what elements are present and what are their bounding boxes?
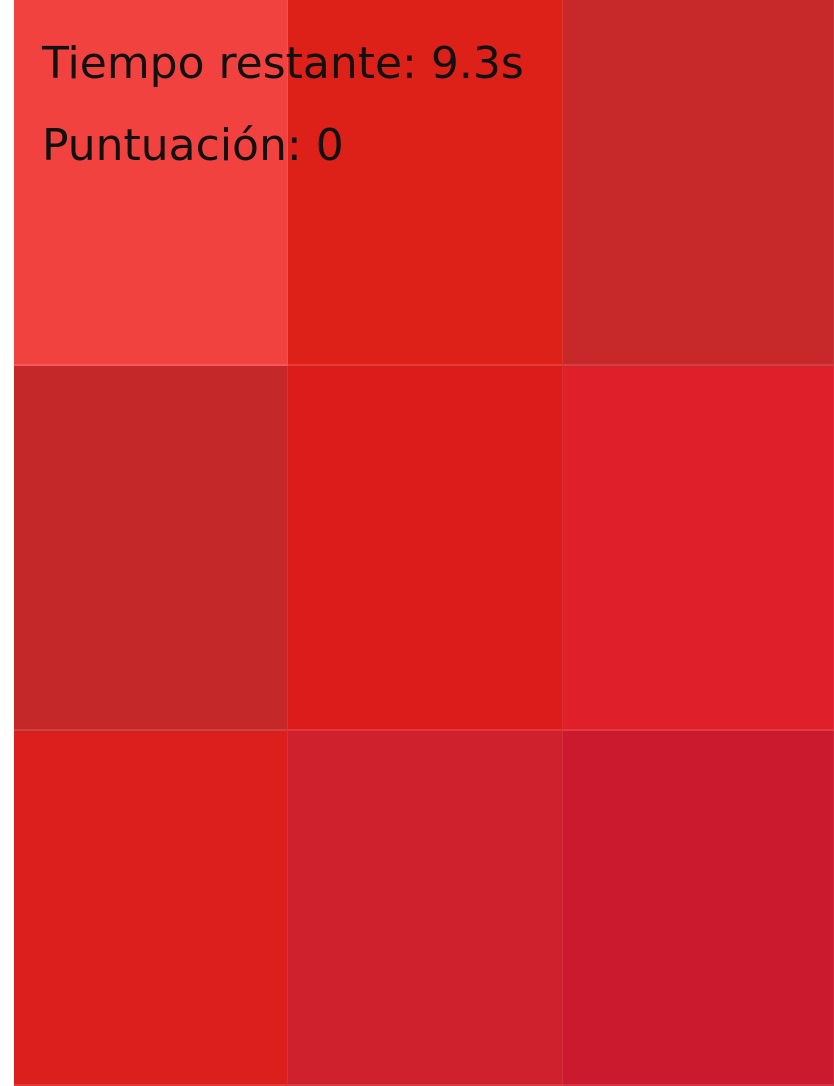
color-tile-9[interactable] [563,731,834,1086]
color-tile-grid [14,0,834,1086]
color-tile-7[interactable] [14,731,288,1086]
color-tile-1[interactable] [14,0,288,366]
color-tile-5[interactable] [288,366,563,731]
color-tile-8[interactable] [288,731,563,1086]
color-tile-3[interactable] [563,0,834,366]
color-tile-6[interactable] [563,366,834,731]
game-screen: Tiempo restante: 9.3s Puntuación: 0 [0,0,834,1086]
color-tile-2[interactable] [288,0,563,366]
left-margin [0,0,14,1086]
color-tile-4[interactable] [14,366,288,731]
